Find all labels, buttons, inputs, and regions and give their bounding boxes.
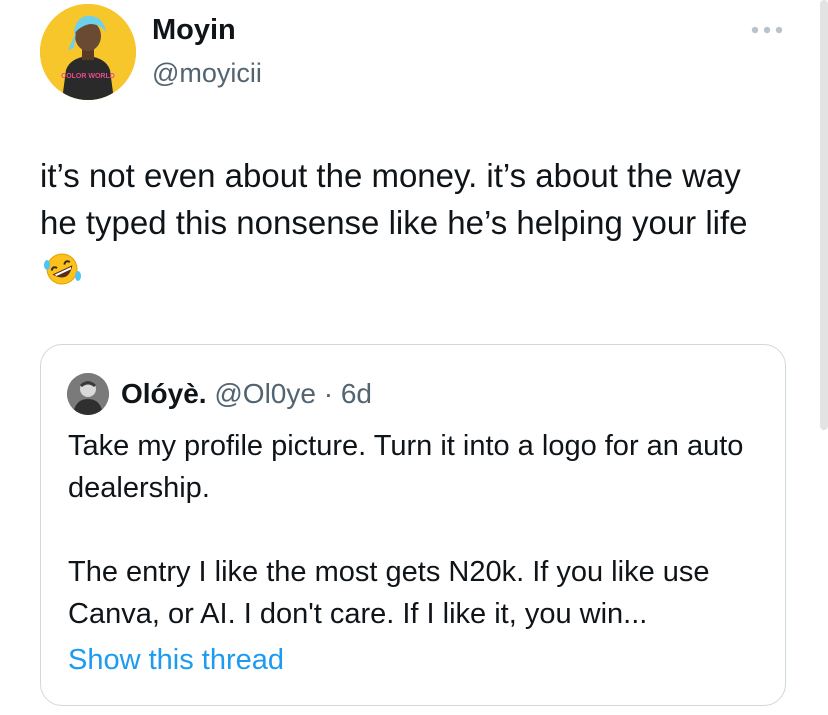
avatar-illustration: COLOR WORLD [40,4,136,100]
quote-timestamp[interactable]: 6d [341,378,372,409]
scrollbar[interactable] [820,0,828,430]
meta-separator: · [323,378,334,409]
quote-paragraph-2: The entry I like the most gets N20k. If … [68,556,710,630]
quote-paragraph-1: Take my profile picture. Turn it into a … [68,430,744,504]
quote-author-avatar[interactable] [67,373,109,415]
tweet-body: it’s not even about the money. it’s abou… [40,157,748,241]
quote-author-name[interactable]: Olóyè. [121,378,207,409]
tweet-text: it’s not even about the money. it’s abou… [40,152,780,293]
rofl-emoji-icon [42,251,82,287]
quote-author-handle[interactable]: @Ol0ye [214,378,316,409]
quote-header: Olóyè. @Ol0ye · 6d [121,375,372,413]
more-horizontal-icon[interactable] [748,20,786,40]
author-name[interactable]: Moyin [152,12,236,48]
quoted-tweet-card[interactable]: Olóyè. @Ol0ye · 6d Take my profile pictu… [40,344,786,706]
quote-body: Take my profile picture. Turn it into a … [68,425,768,635]
author-handle[interactable]: @moyicii [152,56,262,90]
avatar-shirt-text: COLOR WORLD [61,73,115,80]
show-thread-link[interactable]: Show this thread [68,641,284,679]
author-avatar[interactable]: COLOR WORLD [40,4,136,100]
